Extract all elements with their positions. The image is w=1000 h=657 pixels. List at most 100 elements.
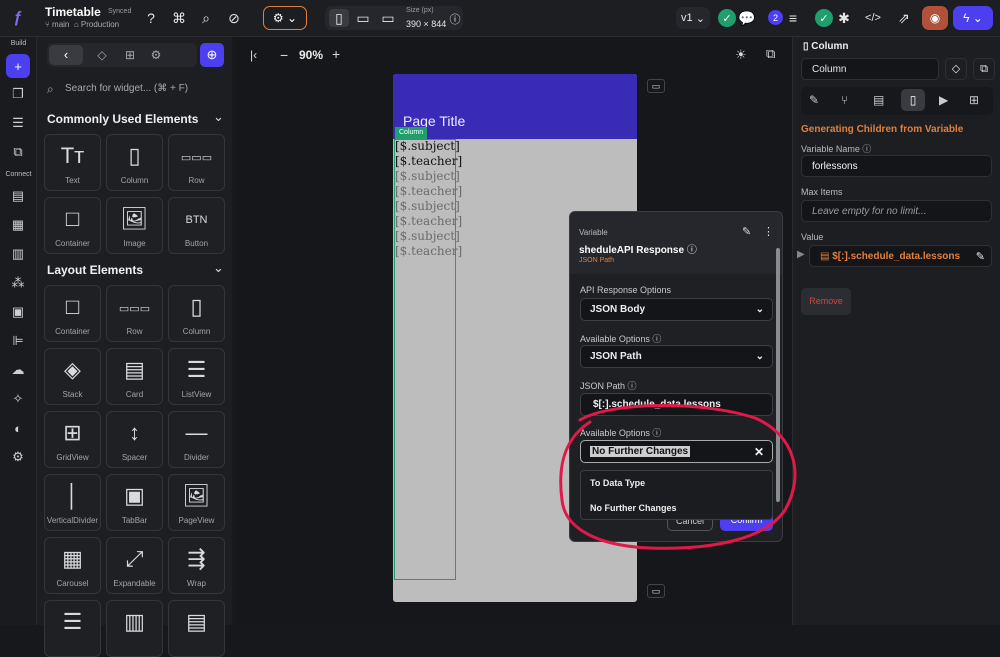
- widget-tile[interactable]: 🖼 PageView: [168, 474, 225, 531]
- agent-icon[interactable]: ✧: [9, 390, 27, 408]
- widget-tile[interactable]: ☰ ListView: [168, 348, 225, 405]
- add-widget-button[interactable]: ⊕: [200, 43, 224, 67]
- widget-tile[interactable]: ▣ TabBar: [106, 474, 163, 531]
- zoom-level[interactable]: 90%: [299, 48, 323, 62]
- run-button[interactable]: ϟ ⌄: [953, 6, 993, 30]
- max-items-field[interactable]: Leave empty for no limit...: [801, 200, 992, 222]
- chevron-down-icon[interactable]: ⌄: [213, 109, 224, 125]
- widget-tile[interactable]: ▦ Carousel: [44, 537, 101, 594]
- widget-tile[interactable]: ▭▭▭ Row: [106, 285, 163, 342]
- zoom-out-button[interactable]: −: [280, 47, 288, 63]
- edit-icon[interactable]: ✎: [742, 225, 751, 238]
- desktop-icon[interactable]: ▭: [379, 9, 397, 27]
- edit-icon[interactable]: ✎: [976, 250, 985, 263]
- search-icon[interactable]: ⌕: [197, 9, 215, 27]
- api-icon[interactable]: ⊫: [9, 332, 27, 350]
- list-item[interactable]: [$.subject]: [395, 139, 460, 153]
- actions-tab-icon[interactable]: ⑂: [841, 93, 848, 107]
- list-item[interactable]: [$.teacher]: [395, 154, 462, 168]
- widget-tile[interactable]: BTN Button: [168, 197, 225, 254]
- widget-tile[interactable]: □ Container: [44, 285, 101, 342]
- preview-eye-button[interactable]: ◉: [922, 6, 948, 30]
- storyboard-icon[interactable]: ▤: [9, 187, 27, 205]
- app-bar[interactable]: [393, 74, 637, 139]
- list-item[interactable]: [$.teacher]: [395, 184, 462, 198]
- components-icon[interactable]: ⧉: [9, 143, 27, 161]
- media-icon[interactable]: ▣: [9, 303, 27, 321]
- cloud-icon[interactable]: ☁: [9, 361, 27, 379]
- page-bottom-icon[interactable]: ▭: [647, 584, 665, 598]
- size-value[interactable]: 390 × 844: [406, 19, 446, 29]
- open-external-icon[interactable]: ⇗: [895, 9, 913, 27]
- widget-tree-dropdown[interactable]: ⚙ ⌄: [263, 6, 307, 30]
- info-icon[interactable]: ⓘ: [446, 10, 464, 28]
- diamond-icon[interactable]: ◇: [945, 58, 967, 80]
- list-item[interactable]: [$.teacher]: [395, 214, 462, 228]
- widget-tile[interactable]: ↕ Spacer: [106, 411, 163, 468]
- widget-tile[interactable]: ◈ Stack: [44, 348, 101, 405]
- widget-tile[interactable]: ▤ Card: [106, 348, 163, 405]
- widget-tile[interactable]: ▭▭▭ Row: [168, 134, 225, 191]
- widget-tile[interactable]: ⇶ Wrap: [168, 537, 225, 594]
- pages-icon[interactable]: ❐: [9, 85, 27, 103]
- list-item[interactable]: [$.subject]: [395, 199, 460, 213]
- project-name[interactable]: Timetable: [45, 5, 101, 19]
- command-icon[interactable]: ⌘: [170, 9, 188, 27]
- theme-icon[interactable]: ◐: [9, 419, 27, 437]
- app-logo-icon[interactable]: ƒ: [8, 8, 28, 28]
- integrations-icon[interactable]: ⁂: [9, 274, 27, 292]
- database-icon[interactable]: ▦: [9, 216, 27, 234]
- diamond-tab-icon[interactable]: ◇: [89, 45, 115, 65]
- templates-tab-icon[interactable]: ⚙: [143, 45, 169, 65]
- light-mode-icon[interactable]: ☀: [735, 47, 747, 63]
- widget-tile[interactable]: ☰: [44, 600, 101, 657]
- tablet-icon[interactable]: ▭: [354, 9, 372, 27]
- variable-name-field[interactable]: forlessons: [801, 155, 992, 177]
- properties-tab-icon[interactable]: ✎: [809, 93, 819, 107]
- widget-tile[interactable]: Tт Text: [44, 134, 101, 191]
- more-menu-icon[interactable]: ⋮: [763, 225, 774, 238]
- notification-badge[interactable]: 2: [768, 10, 783, 25]
- copy-icon[interactable]: ⧉: [973, 58, 995, 80]
- widget-tile[interactable]: □ Container: [44, 197, 101, 254]
- tree-icon[interactable]: ☰: [9, 114, 27, 132]
- generate-children-tab-icon[interactable]: ▯: [901, 89, 925, 111]
- bug-icon[interactable]: ✱: [835, 9, 853, 27]
- link-icon[interactable]: ⊘: [225, 9, 243, 27]
- help-icon[interactable]: ?: [142, 9, 160, 27]
- api-options-select[interactable]: JSON Body ⌄: [580, 298, 773, 321]
- widget-search-input[interactable]: Search for widget... (⌘ + F): [65, 83, 188, 94]
- format-icon[interactable]: ≡: [784, 9, 802, 27]
- extra-tab-icon[interactable]: ⊞: [969, 93, 979, 107]
- zoom-in-button[interactable]: +: [332, 46, 340, 62]
- chevron-down-icon[interactable]: ⌄: [213, 260, 224, 276]
- widget-tile[interactable]: — Divider: [168, 411, 225, 468]
- list-item[interactable]: [$.subject]: [395, 169, 460, 183]
- value-field[interactable]: ▤ $[:].schedule_data.lessons ✎: [809, 245, 992, 267]
- chat-icon[interactable]: 💬: [738, 9, 756, 27]
- widget-tile[interactable]: ▥: [106, 600, 163, 657]
- code-icon[interactable]: </>: [864, 9, 882, 27]
- collapse-panel-icon[interactable]: |‹: [250, 48, 257, 62]
- widget-tile[interactable]: ▤: [168, 600, 225, 657]
- phone-icon[interactable]: ▯: [329, 9, 349, 27]
- widget-tile[interactable]: ▯ Column: [168, 285, 225, 342]
- branch-label[interactable]: ⑂ main ⌂ Production: [45, 20, 119, 29]
- flutter-tab-icon[interactable]: ‹: [49, 45, 83, 65]
- animation-tab-icon[interactable]: ▶: [939, 93, 948, 107]
- version-dropdown[interactable]: v1 ⌄: [676, 7, 710, 29]
- widget-tile[interactable]: ▯ Column: [106, 134, 163, 191]
- check-status-icon[interactable]: ✓: [718, 9, 736, 27]
- backend-tab-icon[interactable]: ▤: [873, 93, 884, 107]
- widget-name-field[interactable]: Column: [801, 58, 939, 80]
- check-status-icon-2[interactable]: ✓: [815, 9, 833, 27]
- widget-tile[interactable]: ⤢ Expandable: [106, 537, 163, 594]
- library-tab-icon[interactable]: ⊞: [117, 45, 143, 65]
- settings-icon[interactable]: ⚙: [9, 448, 27, 466]
- available-options-select[interactable]: JSON Path ⌄: [580, 345, 773, 368]
- widget-tile[interactable]: ⊞ GridView: [44, 411, 101, 468]
- widget-palette-icon[interactable]: +: [6, 54, 30, 78]
- layout-toggle-icon[interactable]: ⧉: [766, 46, 775, 62]
- list-item[interactable]: [$.subject]: [395, 229, 460, 243]
- list-item[interactable]: [$.teacher]: [395, 244, 462, 258]
